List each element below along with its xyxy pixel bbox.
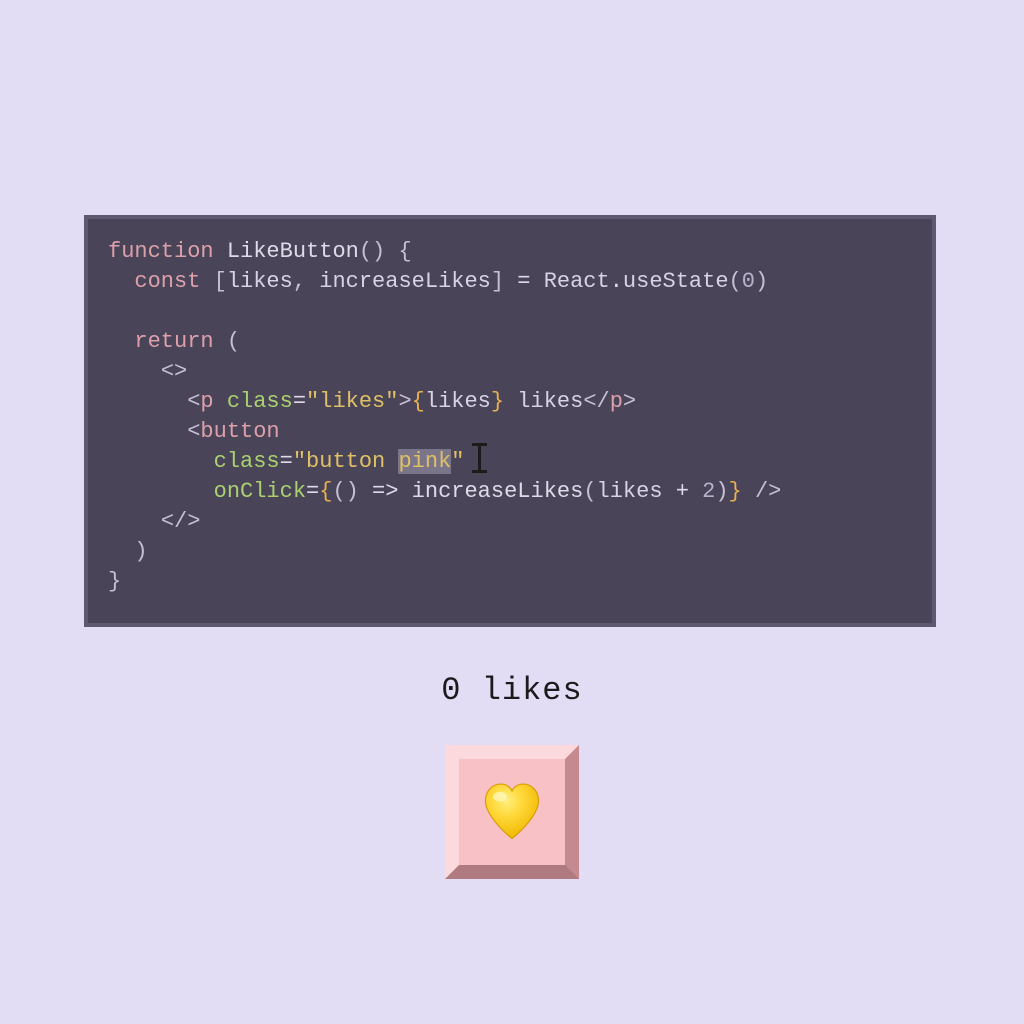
like-button[interactable] <box>445 745 579 879</box>
fragment-open: <> <box>161 359 187 384</box>
keyword-const: const <box>134 269 200 294</box>
heart-icon <box>477 777 547 847</box>
react: React <box>544 269 610 294</box>
brace: { <box>385 239 411 264</box>
indent <box>108 269 134 294</box>
num-two: 2 <box>702 479 715 504</box>
arrow: => <box>359 479 412 504</box>
var-likes: likes <box>227 269 293 294</box>
attr-class: class <box>227 389 293 414</box>
likes-word: likes <box>461 672 582 709</box>
function-name: LikeButton <box>227 239 359 264</box>
jsx-likes: likes <box>425 389 491 414</box>
keyword-function: function <box>108 239 214 264</box>
attr-class: class <box>214 449 280 474</box>
num-zero: 0 <box>742 269 755 294</box>
lbracket: [ <box>214 269 227 294</box>
likes-count-label: 0 likes <box>0 672 1024 709</box>
selection: p <box>398 449 411 474</box>
text-likes: likes <box>504 389 583 414</box>
attr-onclick: onClick <box>214 479 306 504</box>
brace-close: } <box>108 569 121 594</box>
parens: () <box>359 239 385 264</box>
tag-p: p <box>200 389 213 414</box>
fragment-close: </> <box>161 509 201 534</box>
keyword-return: return <box>134 329 213 354</box>
var-setter: increaseLikes <box>319 269 491 294</box>
rbracket: ] <box>491 269 504 294</box>
call-increaselikes: increaseLikes <box>412 479 584 504</box>
tag-button: button <box>200 419 279 444</box>
self-close: /> <box>742 479 782 504</box>
usestate: useState <box>623 269 729 294</box>
code-editor[interactable]: function LikeButton() { const [likes, in… <box>84 215 936 627</box>
likes-count: 0 <box>441 672 461 709</box>
str-likes: "likes" <box>306 389 398 414</box>
